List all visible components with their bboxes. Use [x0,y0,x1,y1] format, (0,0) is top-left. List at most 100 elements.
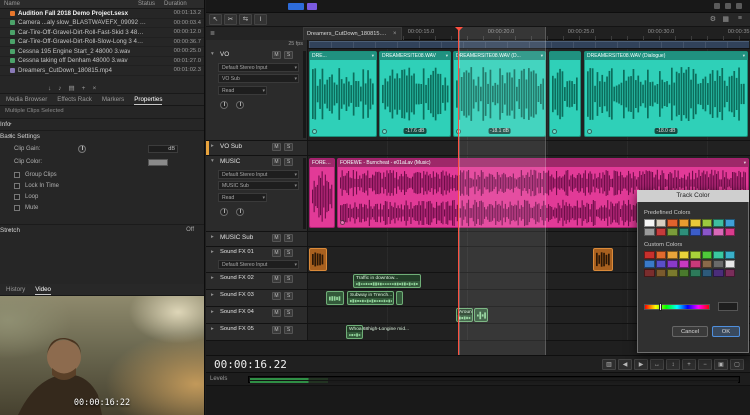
color-swatch[interactable] [656,219,667,227]
scroll-left-icon[interactable]: ◀ [618,359,632,370]
mute-button[interactable]: M [272,326,281,334]
ok-button[interactable]: OK [712,326,740,337]
col-name[interactable]: Name [4,1,20,7]
hue-slider[interactable] [644,304,710,310]
volume-knob[interactable] [220,208,228,216]
time-selection-tool-icon[interactable]: I [254,14,267,25]
section-info[interactable]: ▸ Info [0,118,204,129]
section-basic-settings[interactable]: ▾ Basic Settings [0,130,204,141]
list-view-icon[interactable]: ≡ [738,15,742,22]
input-selector[interactable]: Default Stereo Input▾ [218,63,299,72]
panel-icon[interactable]: ▥ [602,359,616,370]
color-swatch[interactable] [702,260,713,268]
fade-handle[interactable] [587,129,592,134]
audio-clip[interactable]: DRE...▾ [309,51,377,137]
volume-knob[interactable] [220,101,228,109]
audio-clip[interactable]: DREAMERSITE08.WAV (Dialogue)▾ -18.0 dB [584,51,748,137]
color-swatch[interactable] [690,219,701,227]
mute-button[interactable]: M [272,234,281,242]
import-icon[interactable]: ↓ [48,85,51,92]
clip-gain-value[interactable]: dB [148,145,178,153]
file-row[interactable]: Audition Fall 2018 Demo Project.sesx00:0… [0,9,204,19]
chevron-right-icon[interactable]: ▸ [211,249,214,255]
workspace-button-purple[interactable] [307,3,317,10]
color-swatch[interactable] [667,269,678,277]
color-swatch[interactable] [725,269,736,277]
input-selector[interactable]: Default Stereo Input▾ [218,260,299,269]
file-row[interactable]: Camera ...aly slow_BLASTWAVEFX_09092 480… [0,19,204,29]
window-icon[interactable] [714,3,720,9]
tab-markers[interactable]: Markers [102,95,124,104]
color-swatch[interactable] [725,219,736,227]
hue-slider-thumb[interactable] [659,303,662,311]
solo-button[interactable]: S [284,292,293,300]
window-icon[interactable] [725,3,731,9]
solo-button[interactable]: S [284,158,293,166]
color-swatch[interactable] [644,251,655,259]
input-selector[interactable]: Default Stereo Input▾ [218,170,299,179]
color-swatch[interactable] [725,251,736,259]
audio-clip[interactable] [396,291,403,305]
mute-button[interactable]: M [272,51,281,59]
video-track-header[interactable]: 25 fps [206,40,308,49]
automation-mode-selector[interactable]: Read▾ [218,86,267,95]
window-icon[interactable] [736,3,742,9]
color-swatch[interactable] [713,219,724,227]
output-selector[interactable]: VO Sub▾ [218,74,299,83]
track-header-fx4[interactable]: ▸ Sound FX 04 M S [206,307,308,323]
chevron-right-icon[interactable]: ▸ [211,292,214,298]
file-row[interactable]: Car-Tire-Off-Gravel-Dirt-Roll-Slow-Long … [0,38,204,48]
mute-button[interactable]: M [272,249,281,257]
audio-clip[interactable] [309,248,327,271]
fade-handle[interactable] [340,220,345,225]
scroll-right-icon[interactable]: ▶ [634,359,648,370]
move-tool-icon[interactable]: ↖ [209,14,222,25]
color-swatch[interactable] [667,251,678,259]
editor-file-tab[interactable]: Dreamers_CutDown_180815.mp4 × [303,27,402,40]
color-swatch[interactable] [656,260,667,268]
color-swatch[interactable] [644,269,655,277]
file-row[interactable]: Dreamers_CutDown_180815.mp400:01:02.3 [0,66,204,76]
color-swatch[interactable] [702,219,713,227]
loop-checkbox[interactable] [14,194,20,200]
workspace-button-blue[interactable] [288,3,304,10]
col-duration[interactable]: Duration [164,1,187,7]
track-header-fx3[interactable]: ▸ Sound FX 03 M S [206,290,308,306]
delete-icon[interactable]: × [92,85,96,92]
pan-knob[interactable] [236,101,244,109]
color-swatch[interactable] [713,260,724,268]
chevron-down-icon[interactable]: ▾ [211,51,214,57]
zoom-out-icon[interactable]: − [698,359,712,370]
track-header-vo[interactable]: ▾ VO M S Default Stereo Input▾ VO Sub▾ R… [206,49,308,140]
color-swatch[interactable] [644,260,655,268]
group-clips-checkbox[interactable] [14,172,20,178]
color-swatch[interactable] [702,228,713,236]
color-swatch[interactable] [690,260,701,268]
color-swatch[interactable] [656,269,667,277]
tab-effects-rack[interactable]: Effects Rack [57,95,92,104]
hue-value-field[interactable] [718,302,738,311]
color-swatch[interactable] [725,260,736,268]
razor-tool-icon[interactable]: ✂ [224,14,237,25]
pan-knob[interactable] [236,208,244,216]
mute-checkbox[interactable] [14,205,20,211]
panel-icon[interactable]: ▣ [714,359,728,370]
time-selection[interactable] [459,27,546,355]
chevron-right-icon[interactable]: ▸ [211,275,214,281]
color-swatch[interactable] [679,251,690,259]
color-swatch[interactable] [679,228,690,236]
solo-button[interactable]: S [284,234,293,242]
audio-clip[interactable] [593,248,613,271]
mute-button[interactable]: M [272,275,281,283]
panel-menu-icon[interactable]: ≣ [210,30,215,37]
chevron-right-icon[interactable]: ▸ [211,326,214,332]
fit-vertical-icon[interactable]: ↕ [666,359,680,370]
track-header-fx5[interactable]: ▸ Sound FX 05 M S [206,324,308,340]
color-swatch[interactable] [702,269,713,277]
mute-button[interactable]: M [272,309,281,317]
color-swatch[interactable] [713,269,724,277]
dialog-title[interactable]: Track Color [637,190,749,202]
audio-clip[interactable]: Whoa 68high-Longine mid... [346,325,363,339]
color-swatch[interactable] [667,228,678,236]
zoom-in-icon[interactable]: + [682,359,696,370]
